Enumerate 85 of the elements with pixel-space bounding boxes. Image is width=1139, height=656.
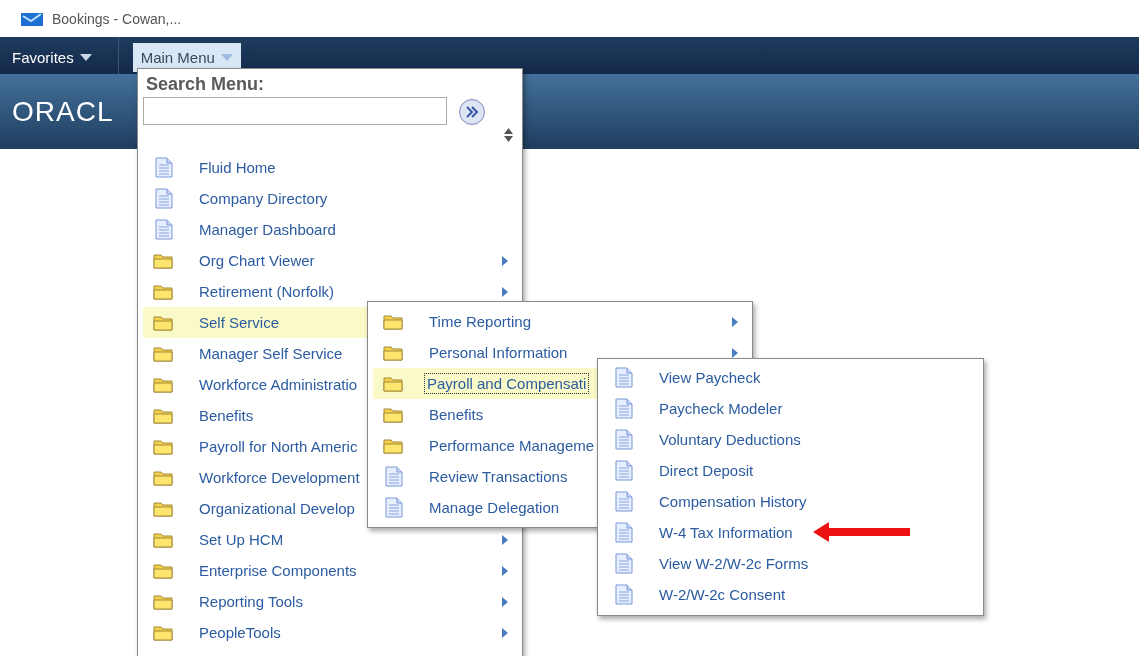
folder-icon: [153, 593, 173, 610]
menu-item-row[interactable]: W-4 Tax Information: [603, 517, 978, 548]
nav-menu-button[interactable]: Favorites: [4, 43, 100, 72]
menu-link[interactable]: Paycheck Modeler: [657, 399, 785, 418]
folder-icon: [153, 531, 173, 548]
folder-icon: [153, 469, 173, 486]
menu-link[interactable]: Personal Information: [427, 343, 570, 362]
menu-link[interactable]: Workforce Administratio: [197, 375, 360, 394]
caret-icon: [220, 54, 233, 61]
document-icon: [615, 553, 633, 574]
menu-link[interactable]: Benefits: [197, 406, 256, 425]
document-icon: [155, 188, 173, 209]
menu-item-row[interactable]: Enterprise Components: [143, 555, 517, 586]
document-icon: [155, 219, 173, 240]
menu-item-row[interactable]: Voluntary Deductions: [603, 424, 978, 455]
document-icon: [615, 398, 633, 419]
menu-link[interactable]: Set Up HCM: [197, 530, 286, 549]
search-go-button[interactable]: [459, 99, 485, 125]
document-icon: [615, 429, 633, 450]
folder-icon: [383, 344, 403, 361]
menu-item-row[interactable]: W-2/W-2c Consent: [603, 579, 978, 610]
menu-link[interactable]: Voluntary Deductions: [657, 430, 803, 449]
double-chevron-icon: [465, 106, 479, 118]
menu-link[interactable]: View W-2/W-2c Forms: [657, 554, 811, 573]
document-icon: [385, 466, 403, 487]
menu-link[interactable]: Performance Manageme: [427, 436, 597, 455]
folder-icon: [153, 314, 173, 331]
caret-icon: [79, 54, 92, 61]
menu-link[interactable]: Self Service: [197, 313, 282, 332]
menu-item-row[interactable]: PeopleTools: [143, 617, 517, 648]
document-icon: [385, 497, 403, 518]
document-icon: [615, 584, 633, 605]
menu-item-row[interactable]: Fluid Home: [143, 152, 517, 183]
search-field[interactable]: [143, 96, 447, 125]
folder-icon: [383, 313, 403, 330]
document-icon: [615, 460, 633, 481]
folder-icon: [153, 624, 173, 641]
folder-icon: [153, 283, 173, 300]
menu-link[interactable]: Workforce Development: [197, 468, 362, 487]
menu-link[interactable]: Manager Dashboard: [197, 220, 338, 239]
menu-link[interactable]: Organizational Develop: [197, 499, 357, 518]
menu-link[interactable]: Fluid Home: [197, 158, 278, 177]
menu-item-row[interactable]: Set Up HCM: [143, 524, 517, 555]
menu-link[interactable]: Payroll for North Americ: [197, 437, 360, 456]
menu-link[interactable]: PeopleTools: [197, 623, 283, 642]
folder-icon: [383, 406, 403, 423]
folder-icon: [153, 562, 173, 579]
folder-icon: [153, 252, 173, 269]
folder-icon: [153, 345, 173, 362]
folder-icon: [153, 407, 173, 424]
menu-link[interactable]: W-2/W-2c Consent: [657, 585, 788, 604]
document-icon: [615, 367, 633, 388]
menu-link[interactable]: Manage Delegation: [427, 498, 562, 517]
menu-item-row[interactable]: Compensation History: [603, 486, 978, 517]
menu-link[interactable]: Compensation History: [657, 492, 809, 511]
folder-icon: [153, 376, 173, 393]
menu-item-row[interactable]: View W-2/W-2c Forms: [603, 548, 978, 579]
logo: ORACL: [12, 95, 114, 128]
folder-icon: [153, 500, 173, 517]
menu-link[interactable]: Review Transactions: [427, 467, 570, 486]
menu-item-row[interactable]: Retirement (Norfolk): [143, 276, 517, 307]
menu-link[interactable]: Payroll and Compensati: [425, 374, 589, 393]
folder-icon: [153, 438, 173, 455]
menu-item-row[interactable]: Org Chart Viewer: [143, 245, 517, 276]
document-icon: [615, 491, 633, 512]
menu-link[interactable]: Direct Deposit: [657, 461, 756, 480]
menu-link[interactable]: Manager Self Service: [197, 344, 345, 363]
menu-item-row[interactable]: Manager Dashboard: [143, 214, 517, 245]
document-icon: [155, 157, 173, 178]
menu-link[interactable]: Retirement (Norfolk): [197, 282, 337, 301]
menu-link[interactable]: Org Chart Viewer: [197, 251, 317, 270]
menu-item-row[interactable]: Company Directory: [143, 183, 517, 214]
document-icon: [615, 522, 633, 543]
menu-link[interactable]: Company Directory: [197, 189, 330, 208]
menu-link[interactable]: Benefits: [427, 405, 486, 424]
menu-link[interactable]: Enterprise Components: [197, 561, 359, 580]
folder-icon: [383, 375, 403, 392]
sort-icon[interactable]: [504, 128, 513, 142]
menu-item-row[interactable]: Reporting Tools: [143, 586, 517, 617]
menu-link[interactable]: W-4 Tax Information: [657, 523, 795, 542]
browser-tab-title: Bookings - Cowan,...: [52, 10, 182, 27]
search-menu-label: Search Menu:: [146, 74, 266, 95]
menu-item-row[interactable]: Direct Deposit: [603, 455, 978, 486]
folder-icon: [383, 437, 403, 454]
menu-link[interactable]: Reporting Tools: [197, 592, 305, 611]
